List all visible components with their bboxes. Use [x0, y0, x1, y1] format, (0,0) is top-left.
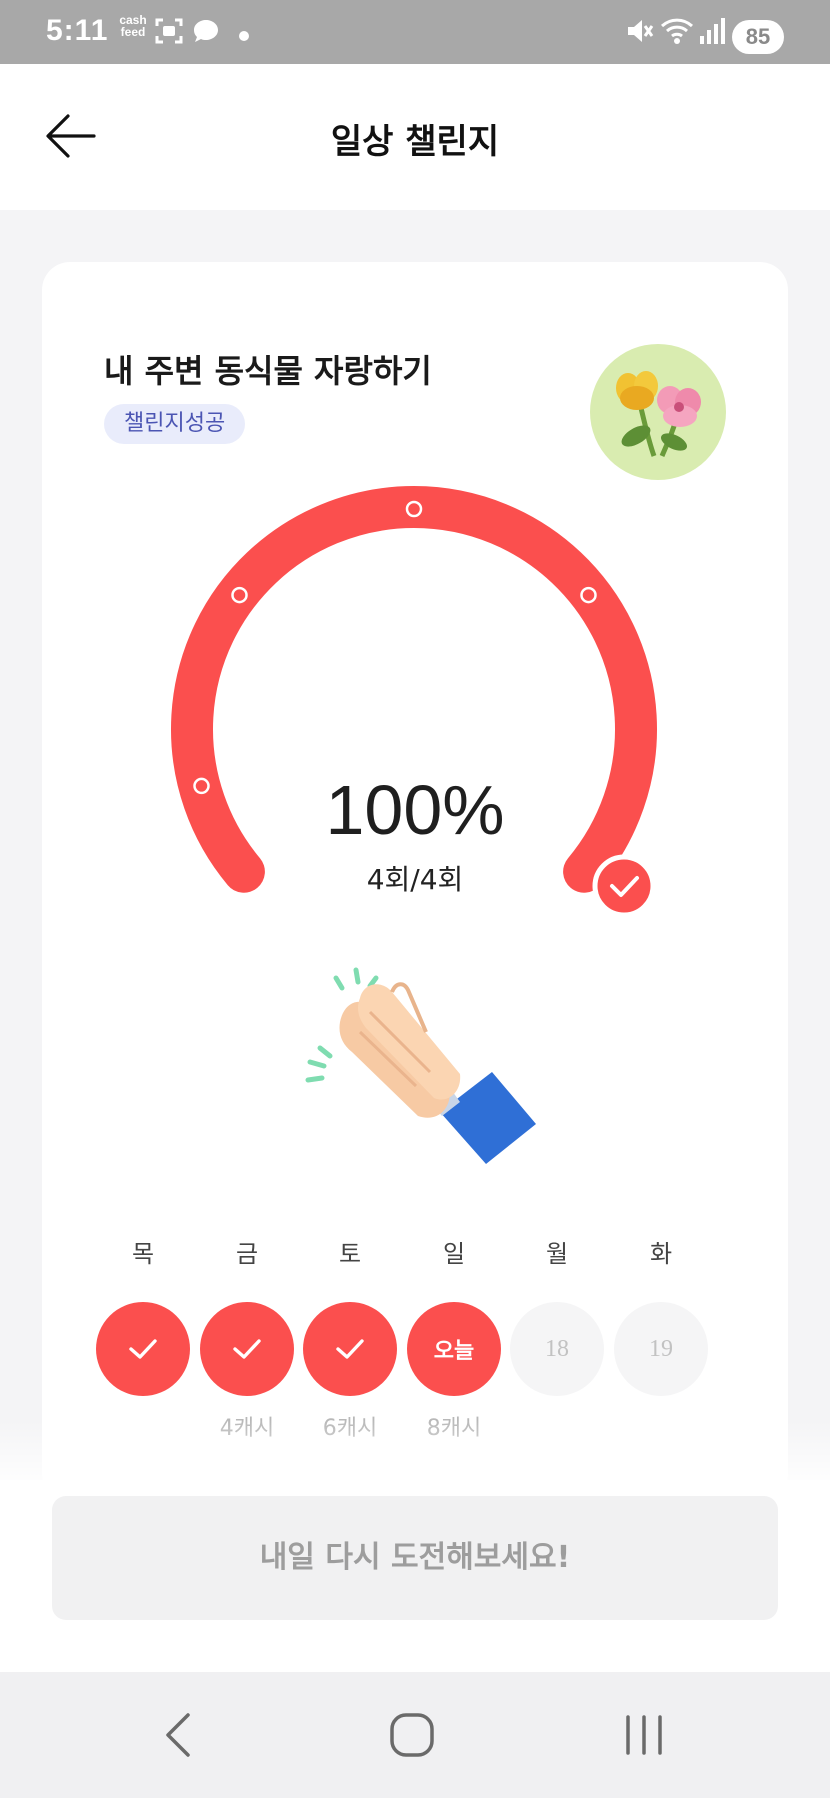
nav-recents-icon	[626, 1715, 662, 1755]
day-status-circle	[200, 1302, 294, 1396]
signal-icon	[700, 18, 725, 44]
day-label: 화	[649, 1240, 673, 1268]
battery-indicator: 85	[732, 20, 784, 54]
nav-recents-button[interactable]	[574, 1672, 714, 1798]
day-today-circle: 오늘	[407, 1302, 501, 1396]
day-label: 토	[338, 1240, 362, 1268]
wifi-icon	[660, 18, 694, 44]
nav-back-button[interactable]	[110, 1672, 250, 1798]
day-date-circle: 18	[510, 1302, 604, 1396]
status-time: 5:11	[46, 14, 109, 47]
nav-back-icon	[166, 1713, 190, 1757]
status-bar: 5:11 cash feed 85	[0, 0, 830, 64]
day-item: 일 오늘 8캐시	[407, 1234, 501, 1441]
check-icon	[336, 1339, 364, 1359]
check-icon	[129, 1339, 157, 1359]
chat-notification-icon	[194, 20, 218, 42]
day-date-circle: 19	[614, 1302, 708, 1396]
day-item: 토 6캐시	[303, 1234, 397, 1441]
day-item: 목	[96, 1234, 190, 1440]
challenge-card: 내 주변 동식물 자랑하기 챌린지성공 100% 4회/4회 목 금 토 일 오…	[42, 262, 788, 1502]
mute-icon	[628, 20, 654, 42]
clapping-hands-icon	[300, 952, 580, 1182]
nav-home-button[interactable]	[342, 1672, 482, 1798]
day-item: 금 4캐시	[200, 1234, 294, 1441]
day-label: 목	[131, 1240, 155, 1268]
nav-home-icon	[390, 1713, 434, 1757]
more-notifications-dot-icon	[239, 31, 249, 41]
day-item: 월 18	[510, 1234, 604, 1440]
day-label: 일	[442, 1240, 466, 1268]
day-label: 월	[545, 1240, 569, 1268]
page-title: 일상 챌린지	[330, 122, 500, 162]
progress-percent: 100%	[325, 771, 505, 849]
app-header: 일상 챌린지	[0, 64, 830, 210]
day-item: 화 19	[614, 1234, 708, 1440]
system-navigation-bar	[0, 1672, 830, 1798]
progress-count: 4회/4회	[366, 863, 464, 896]
retry-tomorrow-button[interactable]: 내일 다시 도전해보세요!	[52, 1496, 778, 1620]
day-label: 금	[235, 1240, 259, 1268]
cashfeed-notification-icon: cash feed	[119, 13, 147, 39]
check-icon	[233, 1339, 261, 1359]
screenshot-notification-icon	[155, 18, 183, 44]
day-status-circle	[96, 1302, 190, 1396]
day-status-circle	[303, 1302, 397, 1396]
